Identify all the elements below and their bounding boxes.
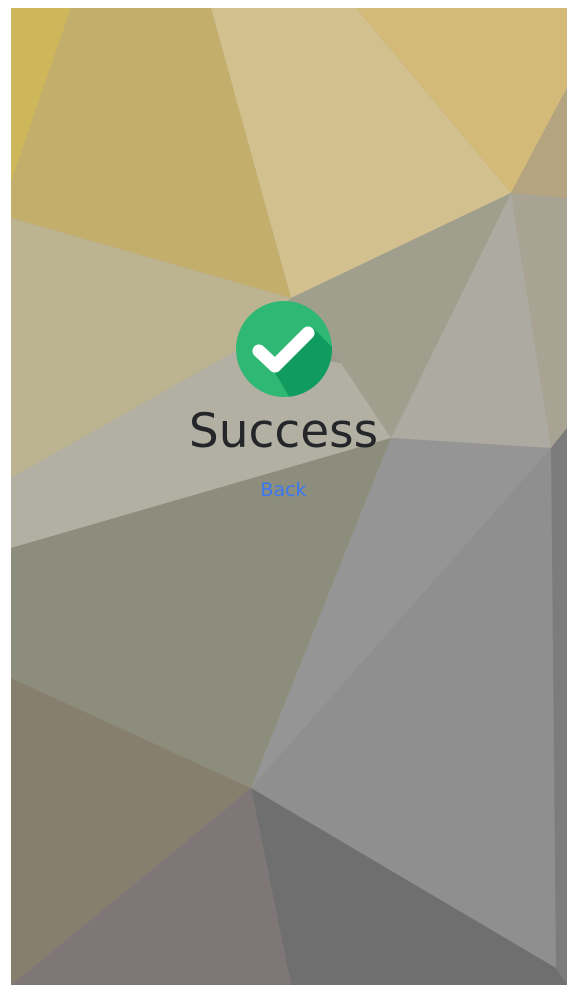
check-circle-icon	[235, 301, 332, 397]
page-title: Success	[188, 404, 379, 459]
app-screen: Success Back	[11, 8, 567, 985]
success-panel: Success Back	[11, 300, 556, 502]
back-link[interactable]: Back	[260, 478, 306, 502]
